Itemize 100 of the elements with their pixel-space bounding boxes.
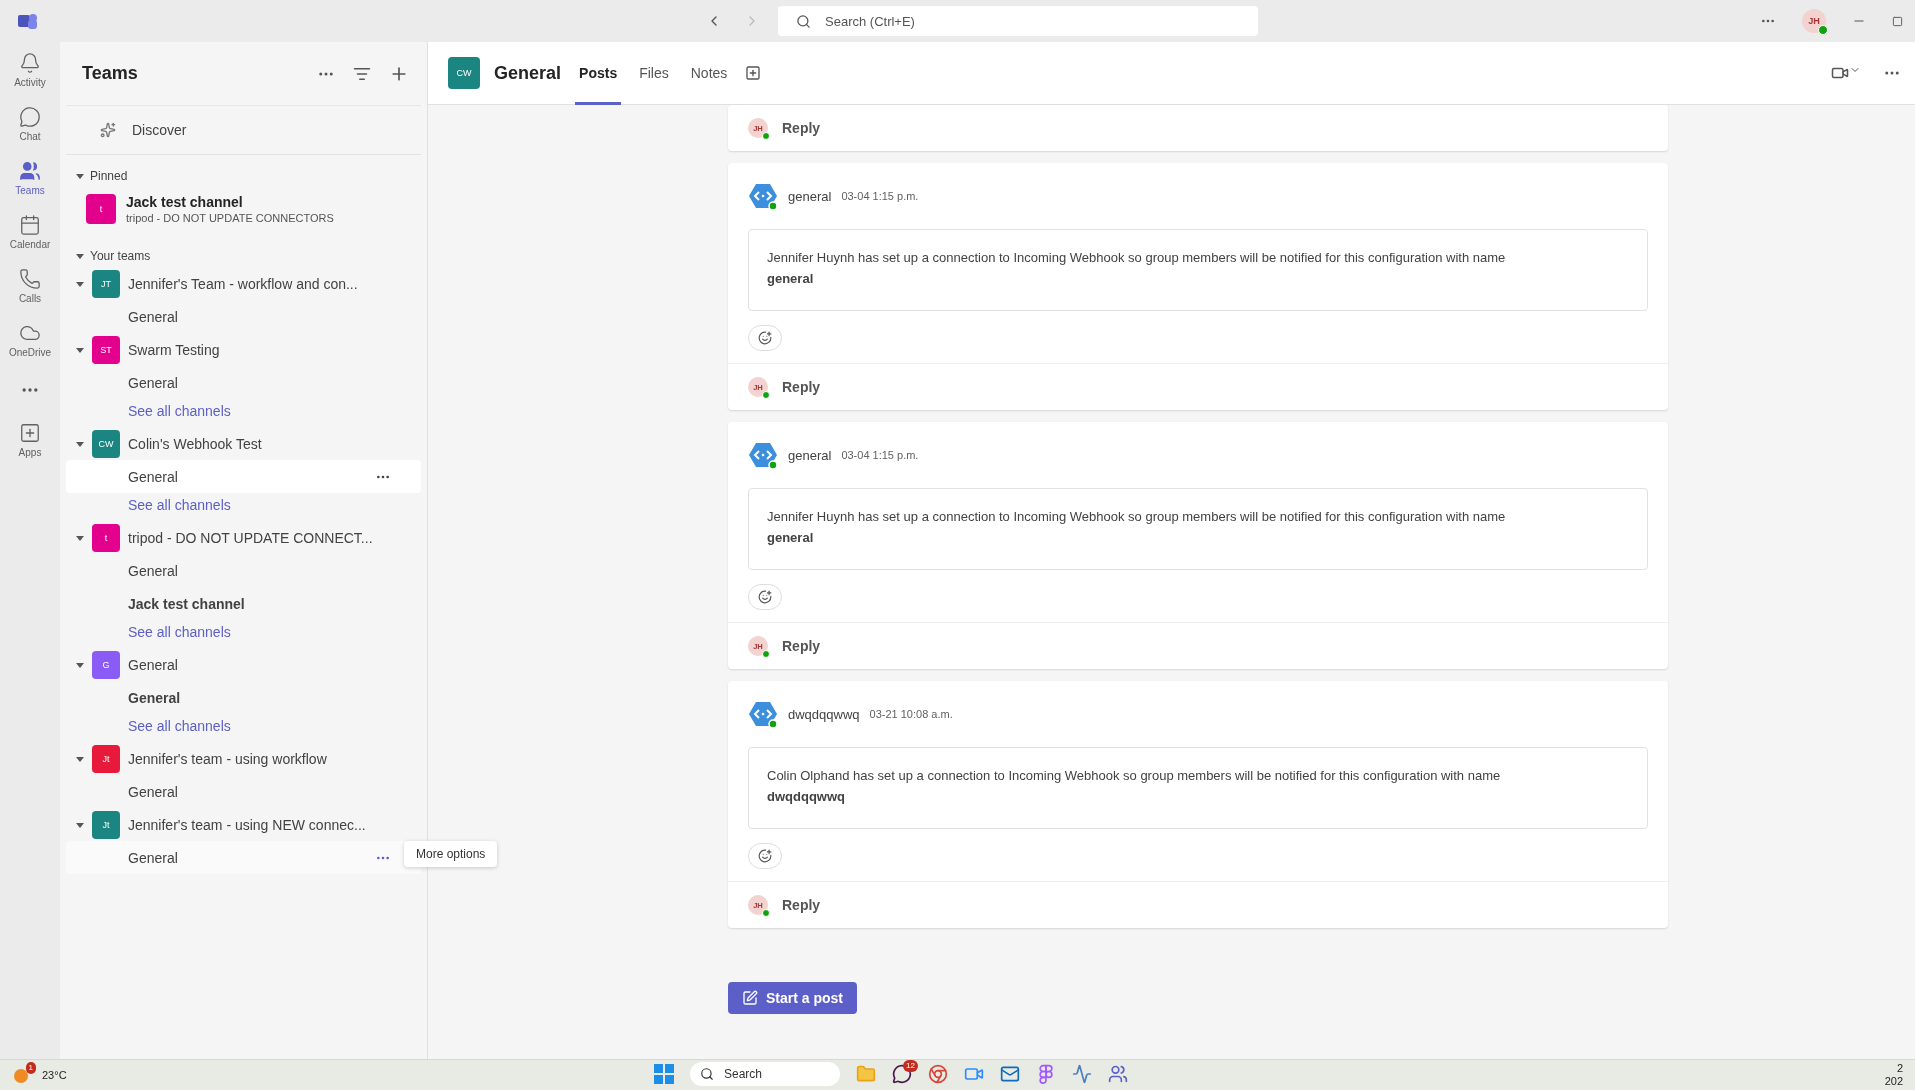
webhook-icon — [748, 181, 778, 211]
taskbar-search[interactable]: Search — [690, 1062, 840, 1086]
apps-icon — [19, 422, 41, 444]
sidebar-title: Teams — [82, 63, 138, 84]
channel-item[interactable]: Jack test channel — [66, 587, 421, 620]
team-avatar: Jt — [92, 744, 120, 773]
section-header[interactable]: Pinned — [66, 155, 421, 187]
rail-item[interactable]: Calls — [1, 266, 59, 306]
reply-button[interactable]: Reply — [782, 379, 821, 395]
tab[interactable]: Files — [635, 41, 673, 105]
notification-badge: 1 — [25, 1062, 36, 1074]
discover-button[interactable]: Discover — [66, 106, 421, 155]
team-avatar: t — [86, 194, 116, 224]
people-icon — [19, 160, 41, 182]
reply-button[interactable]: Reply — [782, 120, 821, 136]
team-avatar: CW — [448, 57, 480, 89]
notification-badge: 12 — [903, 1060, 918, 1072]
caret-icon — [76, 754, 84, 763]
people-icon[interactable] — [1108, 1064, 1128, 1084]
team-name[interactable]: Jennifer's team - using NEW connec... — [128, 816, 366, 833]
message-text: Jennifer Huynh has set up a connection to Incoming Webhook so group members will be notified for this configuration with name — [767, 509, 1507, 524]
add-reaction-button[interactable] — [748, 325, 782, 351]
caret-icon — [76, 279, 84, 288]
rail-item[interactable]: Teams — [1, 158, 59, 198]
app-logo-icon — [18, 12, 38, 30]
timestamp: 03-21 10:08 a.m. — [869, 708, 953, 720]
reply-button[interactable]: Reply — [782, 897, 821, 913]
team-name[interactable]: General — [128, 656, 178, 673]
maximize-icon[interactable] — [1892, 15, 1903, 27]
caret-icon — [76, 345, 84, 354]
tooltip: More options — [404, 841, 498, 867]
search-icon — [700, 1067, 714, 1081]
timestamp: 03-04 1:15 p.m. — [841, 190, 919, 202]
start-icon[interactable] — [654, 1064, 674, 1084]
compose-icon — [742, 990, 758, 1006]
add-reaction-button[interactable] — [748, 843, 782, 869]
team-avatar: G — [92, 650, 120, 679]
search-field[interactable]: Search (Ctrl+E) — [778, 6, 1258, 36]
caret-icon — [76, 439, 84, 448]
browser-icon[interactable] — [928, 1064, 948, 1084]
mail-icon[interactable] — [1000, 1064, 1020, 1084]
channel-item[interactable]: General — [66, 300, 421, 333]
smiley-icon — [758, 331, 772, 345]
team-name[interactable]: Swarm Testing — [128, 341, 220, 358]
pinned-channel[interactable]: t Jack test channel tripod - DO NOT UPDATE CONNECTORS — [66, 187, 421, 231]
rail-item[interactable]: Apps — [1, 420, 59, 460]
channel-item[interactable]: General — [66, 554, 421, 587]
tab[interactable]: Posts — [575, 41, 622, 105]
team-avatar: JT — [92, 269, 120, 298]
see-all-link[interactable]: See all channels — [66, 714, 421, 742]
message-text: Jennifer Huynh has set up a connection to Incoming Webhook so group members will be notified for this configuration with name — [767, 250, 1507, 265]
team-avatar: Jt — [92, 810, 120, 839]
reply-button[interactable]: Reply — [782, 638, 821, 654]
team-avatar: CW — [92, 429, 120, 458]
rail-item[interactable]: Calendar — [1, 212, 59, 252]
weather-icon[interactable] — [12, 1066, 30, 1084]
rail-item[interactable]: OneDrive — [1, 320, 59, 360]
channel-name: Jack test channel — [126, 194, 244, 210]
see-all-link[interactable]: See all channels — [66, 493, 421, 521]
chat-icon — [19, 106, 41, 128]
team-name: tripod - DO NOT UPDATE CONNECTORS — [126, 212, 334, 224]
caret-icon — [76, 252, 84, 260]
config-name: general — [767, 271, 815, 286]
see-all-link[interactable]: See all channels — [66, 399, 421, 427]
channel-item[interactable]: General — [66, 681, 421, 714]
phone-icon — [19, 268, 41, 290]
rail-item[interactable]: Activity — [1, 50, 59, 90]
tab[interactable]: Notes — [686, 41, 732, 105]
team-name[interactable]: Colin's Webhook Test — [128, 435, 262, 452]
team-name[interactable]: tripod - DO NOT UPDATE CONNECT... — [128, 529, 373, 546]
search-icon — [796, 13, 811, 29]
sender-name: dwqdqqwwq — [788, 706, 860, 722]
design-app-icon[interactable] — [1036, 1064, 1056, 1084]
smiley-icon — [758, 590, 772, 604]
caret-icon — [76, 172, 84, 180]
config-name: dwqdqqwwq — [767, 789, 846, 804]
config-name: general — [767, 530, 815, 545]
add-reaction-button[interactable] — [748, 584, 782, 610]
team-avatar: ST — [92, 335, 120, 364]
bell-icon — [19, 52, 41, 74]
channel-item[interactable]: General — [66, 460, 421, 493]
user-avatar[interactable]: JH — [1802, 9, 1826, 33]
channel-item[interactable]: General — [66, 366, 421, 399]
team-name[interactable]: Jennifer's Team - workflow and con... — [128, 275, 358, 292]
rail-item[interactable]: Chat — [1, 104, 59, 144]
clock-date: 202 — [1884, 1075, 1903, 1088]
see-all-link[interactable]: See all channels — [66, 620, 421, 648]
webhook-icon — [748, 699, 778, 729]
section-header[interactable]: Your teams — [66, 231, 421, 267]
timestamp: 03-04 1:15 p.m. — [841, 449, 919, 461]
channel-title: General — [494, 62, 562, 84]
sparkle-icon — [100, 122, 116, 138]
team-name[interactable]: Jennifer's team - using workflow — [128, 750, 327, 767]
start-post-button[interactable]: Start a post — [728, 982, 857, 1014]
caret-icon — [76, 660, 84, 669]
webhook-icon — [748, 440, 778, 470]
message-text: Colin Olphand has set up a connection to Incoming Webhook so group members will be notified for this configuration with name — [767, 768, 1502, 783]
add-tab-icon[interactable] — [745, 65, 762, 81]
channel-item[interactable]: General — [66, 775, 421, 808]
caret-icon — [76, 533, 84, 542]
